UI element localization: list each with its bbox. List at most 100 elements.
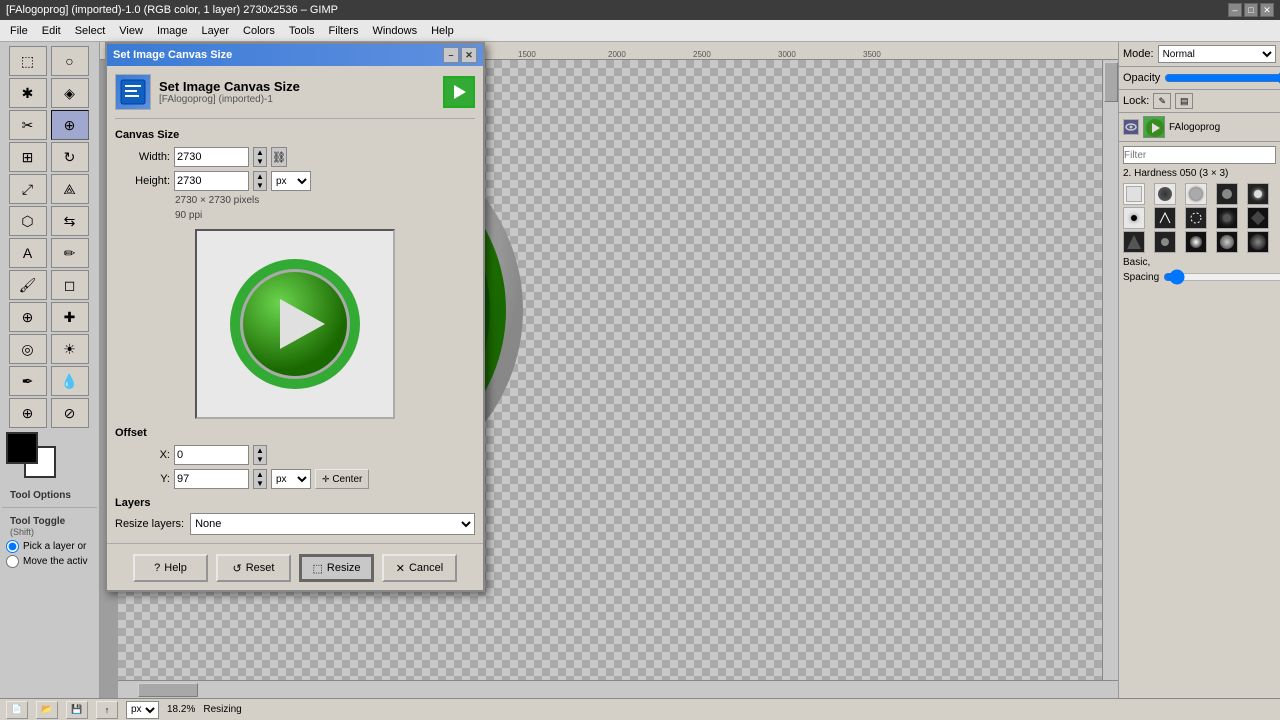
tool-shear[interactable]: ⟁ [51, 174, 89, 204]
brush-cell[interactable] [1185, 207, 1207, 229]
brush-cell[interactable] [1216, 207, 1238, 229]
menu-edit[interactable]: Edit [36, 23, 67, 39]
restore-button[interactable]: □ [1244, 3, 1258, 17]
tool-fuzzy-select[interactable]: ◈ [51, 78, 89, 108]
brush-cell-selected[interactable] [1216, 183, 1238, 205]
y-spinner[interactable]: ▲▼ [253, 469, 267, 489]
tool-crop[interactable]: ✂ [9, 110, 47, 140]
tool-measure[interactable]: ⊘ [51, 398, 89, 428]
tool-pencil[interactable]: ✏ [51, 238, 89, 268]
fg-color[interactable] [6, 432, 38, 464]
brush-cell[interactable] [1123, 183, 1145, 205]
layer-row[interactable]: FAlogoprog [1119, 113, 1280, 142]
spacing-slider[interactable] [1163, 270, 1280, 284]
tool-toggle-option2: Move the activ [6, 555, 93, 568]
opacity-slider[interactable] [1164, 70, 1280, 86]
brush-cell[interactable] [1154, 183, 1176, 205]
menu-colors[interactable]: Colors [237, 23, 281, 39]
brush-cell[interactable] [1185, 231, 1207, 253]
x-spinner[interactable]: ▲▼ [253, 445, 267, 465]
lock-label: Lock: [1123, 95, 1149, 107]
width-spinner[interactable]: ▲▼ [253, 147, 267, 167]
help-button[interactable]: ? Help [133, 554, 208, 582]
tool-zoom[interactable]: ⊕ [9, 398, 47, 428]
tool-path[interactable]: ✒ [9, 366, 47, 396]
tool-align[interactable]: ⊞ [9, 142, 47, 172]
canvas-preview [195, 229, 395, 419]
dialog-header: Set Image Canvas Size [FAlogoprog] (impo… [115, 74, 475, 119]
brush-cell[interactable] [1247, 207, 1269, 229]
tool-scale[interactable]: ⤢ [9, 174, 47, 204]
export-btn[interactable]: ↑ [96, 701, 118, 719]
menu-windows[interactable]: Windows [366, 23, 423, 39]
resize-layers-select[interactable]: None All Layers Image-sized layers [190, 513, 475, 535]
brush-cell[interactable] [1154, 207, 1176, 229]
brush-cell[interactable] [1123, 231, 1145, 253]
unit-select[interactable]: px [126, 701, 159, 719]
tool-heal[interactable]: ✚ [51, 302, 89, 332]
dialog-minimize-btn[interactable]: – [443, 47, 459, 63]
x-input[interactable] [174, 445, 249, 465]
tool-blur[interactable]: ◎ [9, 334, 47, 364]
height-unit-select[interactable]: px mm in [271, 171, 311, 191]
brush-cell[interactable] [1185, 183, 1207, 205]
tool-flip[interactable]: ⇆ [51, 206, 89, 236]
minimize-button[interactable]: – [1228, 3, 1242, 17]
close-button[interactable]: ✕ [1260, 3, 1274, 17]
canvas-scrollbar-h[interactable] [118, 680, 1118, 698]
radio-move-active[interactable] [6, 555, 19, 568]
tool-text[interactable]: A [9, 238, 47, 268]
menu-layer[interactable]: Layer [196, 23, 236, 39]
dialog-run-button[interactable] [443, 76, 475, 108]
brush-cell[interactable] [1247, 231, 1269, 253]
resize-layers-label: Resize layers: [115, 518, 184, 530]
y-input[interactable] [174, 469, 249, 489]
width-input[interactable] [174, 147, 249, 167]
tool-clone[interactable]: ⊕ [9, 302, 47, 332]
center-button[interactable]: ✛ Center [315, 469, 369, 489]
radio-pick-layer[interactable] [6, 540, 19, 553]
dialog-close-btn[interactable]: ✕ [461, 47, 477, 63]
brush-cell[interactable] [1123, 207, 1145, 229]
title-bar-controls[interactable]: – □ ✕ [1228, 3, 1274, 17]
menu-view[interactable]: View [113, 23, 149, 39]
tool-dodge[interactable]: ☀ [51, 334, 89, 364]
height-spinner[interactable]: ▲▼ [253, 171, 267, 191]
brush-filter-input[interactable] [1123, 146, 1276, 164]
tool-perspective[interactable]: ⬡ [9, 206, 47, 236]
tool-rect-select[interactable]: ⬚ [9, 46, 47, 76]
tool-colorpicker[interactable]: 💧 [51, 366, 89, 396]
menu-help[interactable]: Help [425, 23, 460, 39]
cancel-button[interactable]: ✕ Cancel [382, 554, 457, 582]
lock-pixel-btn[interactable]: ✎ [1153, 93, 1171, 109]
layer-visibility-eye[interactable] [1123, 119, 1139, 135]
resize-button[interactable]: ⬚ Resize [299, 554, 374, 582]
new-file-btn[interactable]: 📄 [6, 701, 28, 719]
dialog-title-controls[interactable]: – ✕ [443, 47, 477, 63]
canvas-scrollbar-v[interactable] [1102, 60, 1118, 680]
height-input[interactable] [174, 171, 249, 191]
save-file-btn[interactable]: 💾 [66, 701, 88, 719]
menu-filters[interactable]: Filters [323, 23, 365, 39]
brush-cell[interactable] [1216, 231, 1238, 253]
y-unit-select[interactable]: px [271, 469, 311, 489]
brush-cell[interactable] [1154, 231, 1176, 253]
menu-image[interactable]: Image [151, 23, 194, 39]
menu-tools[interactable]: Tools [283, 23, 321, 39]
menu-file[interactable]: File [4, 23, 34, 39]
menu-select[interactable]: Select [69, 23, 112, 39]
tool-paint[interactable]: 🖌 [9, 270, 47, 300]
reset-button[interactable]: ↺ Reset [216, 554, 291, 582]
brush-cell[interactable] [1247, 183, 1269, 205]
tool-ellipse-select[interactable]: ○ [51, 46, 89, 76]
mode-select[interactable]: Normal [1158, 45, 1276, 63]
size-info: 2730 × 2730 pixels [175, 195, 475, 206]
open-file-btn[interactable]: 📂 [36, 701, 58, 719]
tool-free-select[interactable]: ✱ [9, 78, 47, 108]
tool-rotate[interactable]: ↻ [51, 142, 89, 172]
tool-erase[interactable]: ◻ [51, 270, 89, 300]
tool-move[interactable]: ⊕ [51, 110, 89, 140]
lock-alpha-btn[interactable]: ▤ [1175, 93, 1193, 109]
width-link-btn[interactable]: ⛓ [271, 147, 287, 167]
dialog-buttons: ? Help ↺ Reset ⬚ Resize ✕ Cancel [107, 543, 483, 590]
